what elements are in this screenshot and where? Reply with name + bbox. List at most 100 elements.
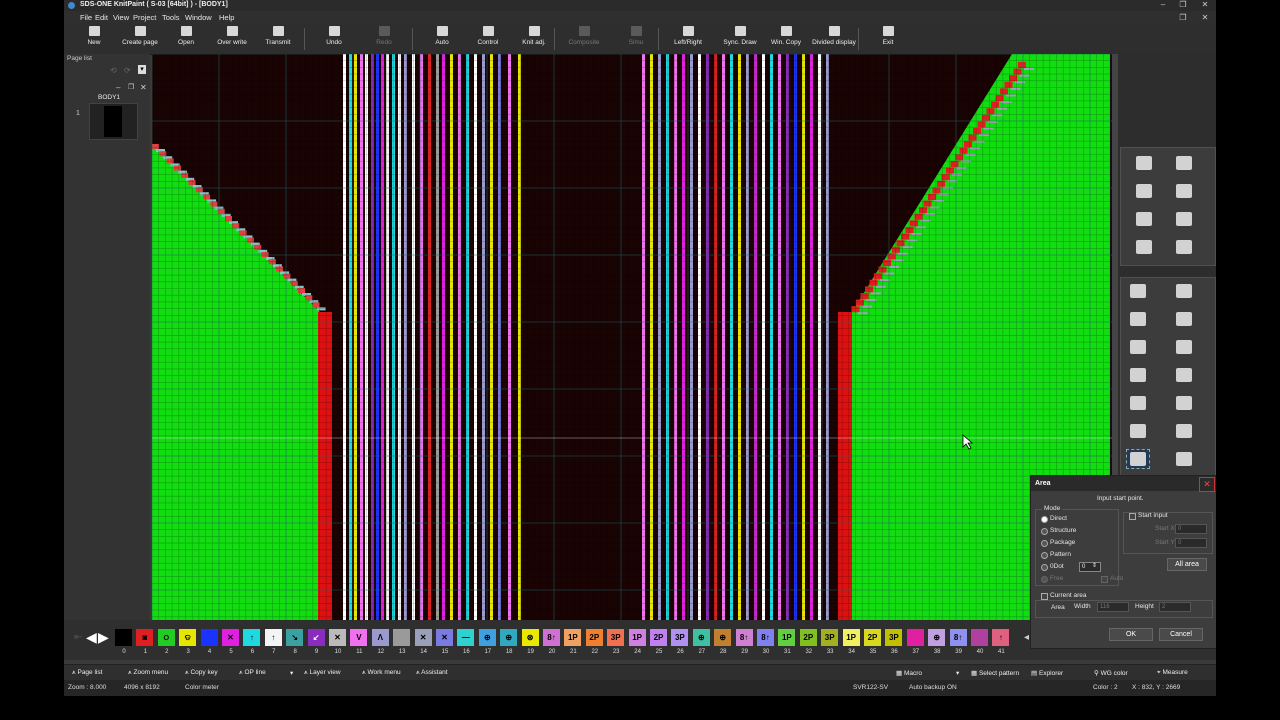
create-page-button[interactable]: Create page — [116, 26, 164, 52]
palette-color-37[interactable] — [906, 629, 924, 646]
node-tool-icon[interactable] — [1127, 394, 1149, 412]
palette-color-30[interactable]: 8↑ — [757, 629, 774, 646]
palette-color-6[interactable]: ↑ — [243, 629, 261, 646]
menu-view[interactable]: View — [113, 13, 129, 22]
ok-button[interactable]: OK — [1109, 628, 1153, 641]
palette-color-39[interactable]: 8↑ — [949, 629, 967, 646]
wg-color-button[interactable]: ⚲ WG color — [1094, 669, 1128, 677]
macro-button[interactable]: ▦ Macro — [896, 669, 922, 677]
shape-tool-icon[interactable] — [1173, 182, 1195, 200]
palette-color-20[interactable]: 8↑ — [543, 629, 560, 646]
explorer-button[interactable]: ▤ Explorer — [1031, 669, 1063, 677]
start-x-input[interactable]: 0 — [1175, 524, 1207, 534]
palette-color-24[interactable]: 1P — [628, 629, 646, 646]
width-input[interactable]: 116 — [1097, 602, 1129, 612]
pattern-tool-icon[interactable] — [1173, 394, 1195, 412]
palette-color-21[interactable]: 1P — [564, 629, 582, 646]
mdi-restore-button[interactable]: ❐ — [1174, 13, 1192, 22]
palette-color-17[interactable]: ⊕ — [478, 629, 496, 646]
bottle-tool-icon[interactable] — [1133, 182, 1155, 200]
stripe-tool-icon[interactable] — [1173, 338, 1195, 356]
palette-scroll-left-icon[interactable]: ⇤ — [74, 632, 82, 643]
minimize-button[interactable]: – — [1154, 0, 1172, 9]
palette-color-31[interactable]: 1P — [778, 629, 796, 646]
copy-tool-icon[interactable] — [1127, 366, 1149, 384]
mode-pattern-radio[interactable] — [1041, 552, 1048, 559]
page-nav-up-icon[interactable]: ⟲ — [110, 66, 117, 75]
mode-package-radio[interactable] — [1041, 540, 1048, 547]
box-tool-icon[interactable] — [1173, 310, 1195, 328]
palette-color-35[interactable]: 2P — [864, 629, 881, 646]
palette-next-icon[interactable]: ▶ — [98, 629, 109, 646]
copy-key-toggle[interactable]: ⩚ Copy key — [185, 669, 218, 677]
palette-color-3[interactable]: ଡ — [179, 629, 197, 646]
move-tool-icon[interactable] — [1173, 422, 1195, 440]
sync-draw-button[interactable]: Sync. Draw — [716, 26, 764, 52]
exit-button[interactable]: Exit — [864, 26, 912, 52]
auto-checkbox[interactable] — [1101, 576, 1108, 583]
palette-color-12[interactable]: Λ — [371, 629, 389, 646]
palette-color-2[interactable]: ଠ — [157, 629, 175, 646]
page-close-icon[interactable]: ✕ — [140, 83, 147, 92]
op-line-dropdown-icon[interactable]: ▾ — [290, 669, 293, 677]
mdi-close-button[interactable]: ✕ — [1196, 13, 1214, 22]
page-thumbnail[interactable] — [89, 103, 138, 140]
arrow-tool-icon[interactable] — [1173, 210, 1195, 228]
macro-dropdown-icon[interactable]: ▾ — [956, 669, 959, 677]
area-dialog-close-icon[interactable]: ✕ — [1199, 477, 1215, 492]
palette-color-33[interactable]: 3P — [821, 629, 839, 646]
palette-prev-icon[interactable]: ◀ — [86, 629, 97, 646]
palette-color-10[interactable]: ✕ — [329, 629, 346, 646]
palette-color-15[interactable]: ✕ — [436, 629, 453, 646]
undo-button[interactable]: Undo — [310, 26, 358, 52]
palette-color-40[interactable] — [971, 629, 988, 646]
menu-project[interactable]: Project — [133, 13, 156, 22]
palette-color-8[interactable]: ↘ — [286, 629, 304, 646]
palette-color-16[interactable]: — — [457, 629, 475, 646]
select-tool-icon[interactable] — [1127, 422, 1149, 440]
palette-color-36[interactable]: 3P — [885, 629, 903, 646]
maximize-button[interactable]: ❐ — [1174, 0, 1192, 9]
redo-button[interactable]: Redo — [360, 26, 408, 52]
layer-view-toggle[interactable]: ⩚ Layer view — [304, 669, 341, 677]
start-input-checkbox[interactable] — [1129, 513, 1136, 520]
menu-window[interactable]: Window — [185, 13, 212, 22]
palette-color-26[interactable]: 3P — [671, 629, 689, 646]
divided-display-button[interactable]: Divided display — [810, 26, 858, 52]
zoom-menu-toggle[interactable]: ⩚ Zoom menu — [128, 669, 168, 677]
palette-color-28[interactable]: ⊕ — [714, 629, 732, 646]
brush-tool-icon[interactable] — [1133, 154, 1155, 172]
menu-help[interactable]: Help — [219, 13, 234, 22]
mode-free-radio[interactable] — [1041, 576, 1048, 583]
close-window-button[interactable]: ✕ — [1196, 0, 1214, 9]
palette-color-38[interactable]: ⊕ — [928, 629, 946, 646]
palette-color-25[interactable]: 2P — [650, 629, 667, 646]
win-copy-button[interactable]: Win. Copy — [762, 26, 810, 52]
fill-tool-icon[interactable] — [1173, 366, 1195, 384]
auto-button[interactable]: Auto — [418, 26, 466, 52]
work-menu-toggle[interactable]: ⩚ Work menu — [362, 669, 401, 677]
composite-button[interactable]: Composite — [560, 26, 608, 52]
cube-tool-icon[interactable] — [1127, 338, 1149, 356]
menu-tools[interactable]: Tools — [162, 13, 180, 22]
op-line-toggle[interactable]: ⩚ OP line — [239, 669, 266, 677]
palette-color-0[interactable] — [115, 629, 132, 646]
palette-color-29[interactable]: 8↑ — [735, 629, 753, 646]
control-button[interactable]: Control — [464, 26, 512, 52]
dotted-line-tool-icon[interactable] — [1173, 282, 1195, 300]
palette-color-27[interactable]: ⊕ — [692, 629, 710, 646]
package-tool-icon[interactable] — [1173, 238, 1195, 256]
palette-color-23[interactable]: 3P — [607, 629, 625, 646]
cancel-button[interactable]: Cancel — [1159, 628, 1203, 641]
palette-color-18[interactable]: ⊕ — [500, 629, 518, 646]
over-write-button[interactable]: Over write — [208, 26, 256, 52]
page-nav-down-icon[interactable]: ⟳ — [124, 66, 131, 75]
simu-button[interactable]: Simu — [612, 26, 660, 52]
assistant-toggle[interactable]: ⩚ Assistant — [416, 669, 448, 677]
palette-color-41[interactable]: ↑ — [992, 629, 1010, 646]
dot-spin-icon[interactable]: ⇕ — [1092, 562, 1097, 569]
line-tool-icon[interactable] — [1127, 282, 1149, 300]
palette-color-5[interactable]: ✕ — [222, 629, 239, 646]
palette-color-19[interactable]: ⊛ — [521, 629, 539, 646]
eraser-tool-icon[interactable] — [1173, 450, 1195, 468]
